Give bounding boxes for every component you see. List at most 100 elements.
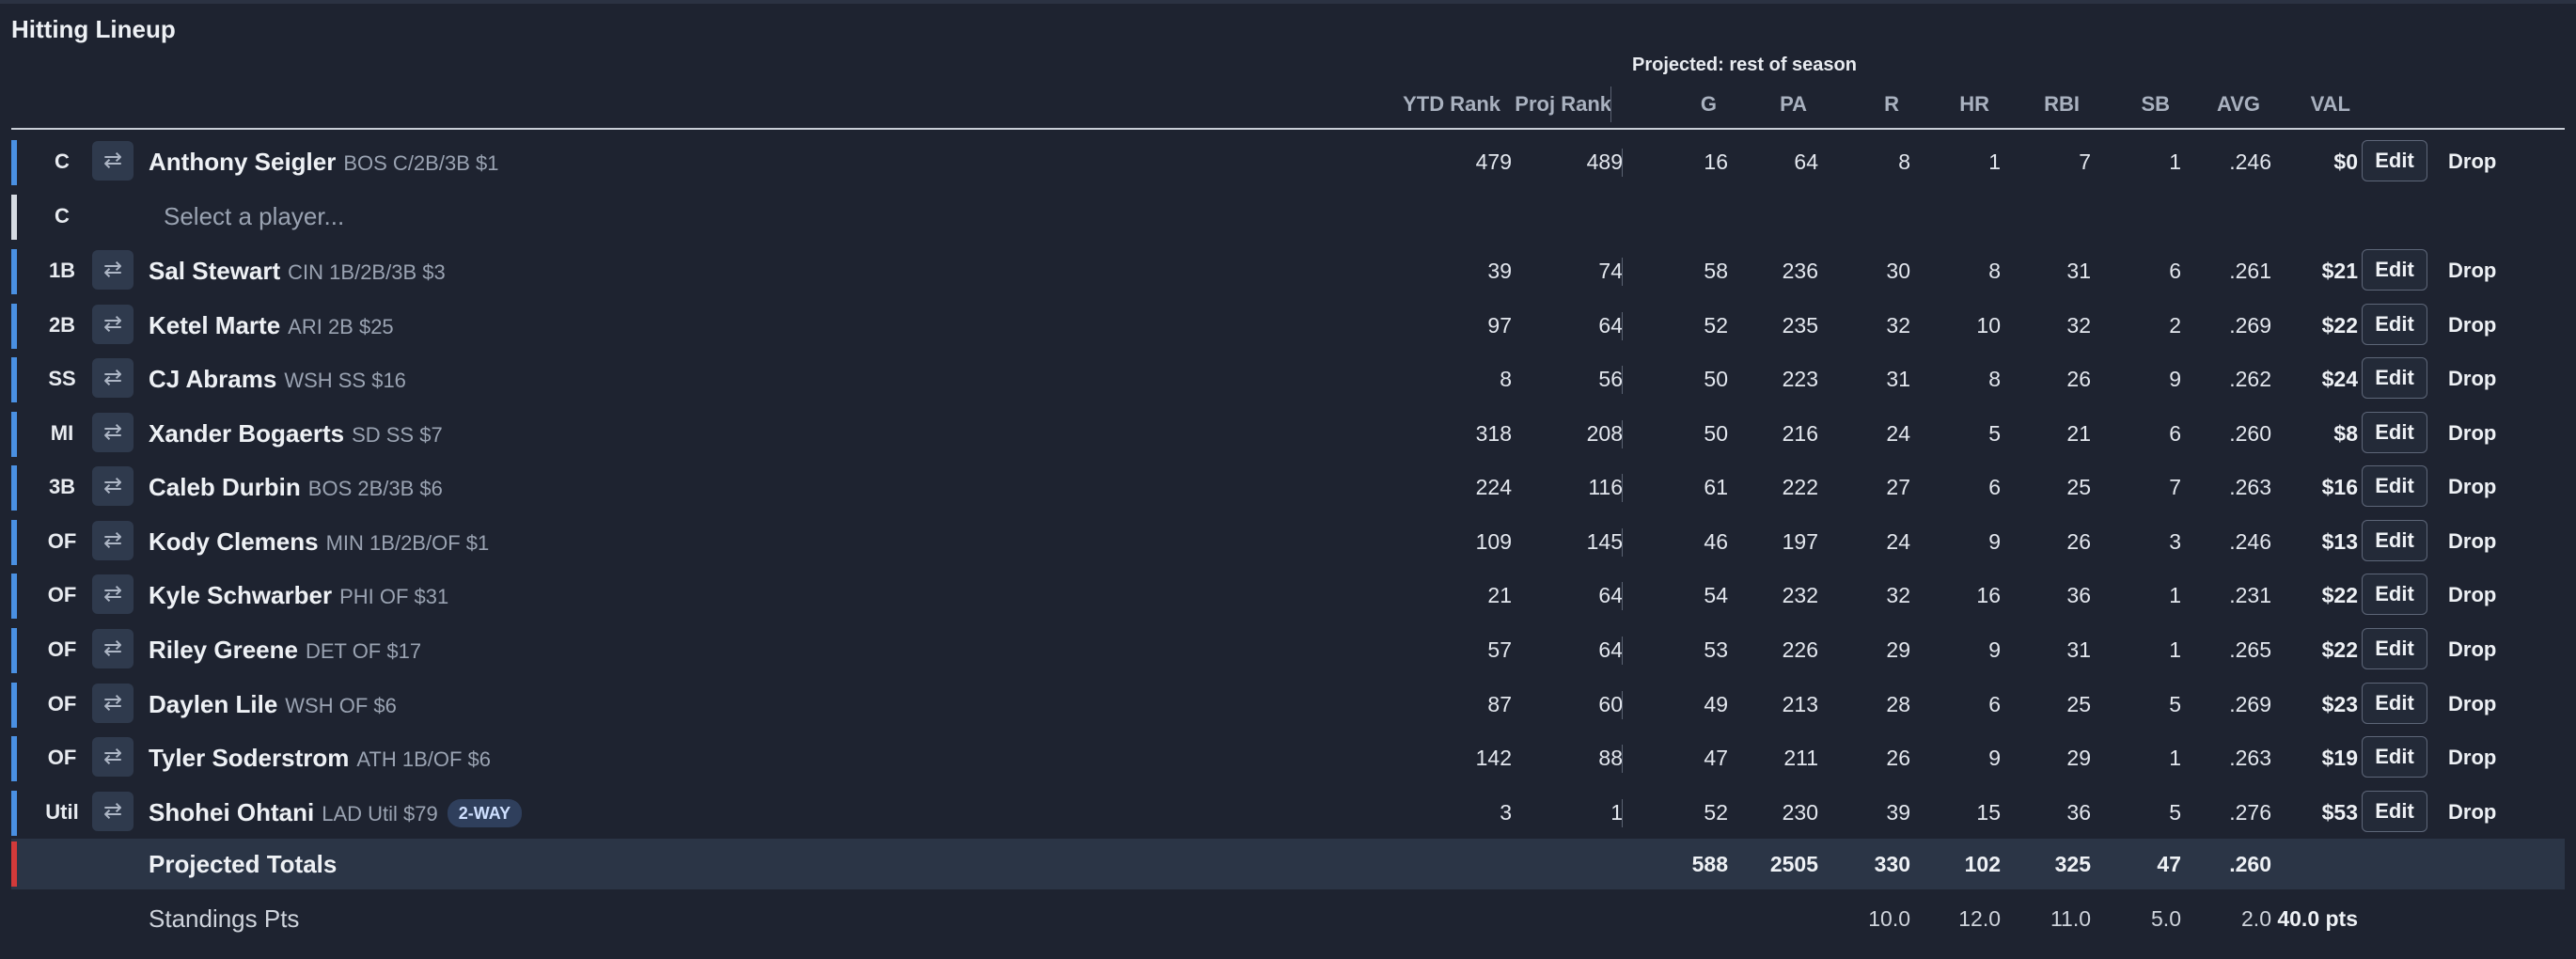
swap-icon[interactable]: ⇄	[92, 250, 134, 290]
header-proj-rank[interactable]: Proj Rank	[1504, 92, 1611, 117]
cell-pa: 222	[1782, 475, 1818, 499]
totals-row: Projected Totals 588 2505 330 102 325 47…	[11, 839, 2565, 889]
header-avg[interactable]: AVG	[2189, 92, 2260, 117]
player-name-cell[interactable]: Xander Bogaerts SD SS $7	[149, 409, 443, 458]
drop-button[interactable]: Drop	[2448, 625, 2496, 674]
edit-button[interactable]: Edit	[2362, 357, 2427, 399]
header-divider	[1610, 86, 1611, 122]
header-sb[interactable]: SB	[2098, 92, 2170, 117]
player-row: MI ⇄ Xander Bogaerts SD SS $7 318 208 50 216 24 5…	[11, 409, 2565, 458]
cell-val: $8	[2333, 421, 2358, 446]
standings-sb: 5.0	[2151, 906, 2181, 931]
player-name-cell[interactable]: CJ Abrams WSH SS $16	[149, 354, 406, 403]
swap-icon[interactable]: ⇄	[92, 792, 134, 831]
swap-icon[interactable]: ⇄	[92, 521, 134, 560]
edit-button[interactable]: Edit	[2362, 520, 2427, 561]
swap-icon[interactable]: ⇄	[92, 684, 134, 723]
position-label: Util	[45, 800, 79, 824]
header-g[interactable]: G	[1655, 92, 1717, 117]
header-underline	[11, 128, 2565, 130]
player-name-cell[interactable]: Ketel Marte ARI 2B $25	[149, 301, 394, 350]
cell-proj: 1	[1610, 800, 1623, 825]
player-name-cell[interactable]: Shohei Ohtani LAD Util $79 2-WAY	[149, 788, 523, 837]
player-meta: LAD Util $79	[322, 802, 438, 825]
player-name-cell[interactable]: Kody Clemens MIN 1B/2B/OF $1	[149, 517, 489, 566]
header-rbi[interactable]: RBI	[2008, 92, 2080, 117]
slot-bar	[11, 304, 17, 349]
header-r[interactable]: R	[1830, 92, 1899, 117]
edit-button[interactable]: Edit	[2362, 574, 2427, 615]
drop-button[interactable]: Drop	[2448, 354, 2496, 403]
header-hr[interactable]: HR	[1918, 92, 1989, 117]
edit-button[interactable]: Edit	[2362, 628, 2427, 669]
player-meta: WSH SS $16	[284, 369, 406, 392]
player-name[interactable]: Tyler Soderstrom	[149, 744, 349, 772]
player-name-cell[interactable]: Riley Greene DET OF $17	[149, 625, 421, 674]
drop-button[interactable]: Drop	[2448, 680, 2496, 729]
cell-hr: 9	[1988, 746, 2001, 770]
drop-button[interactable]: Drop	[2448, 463, 2496, 511]
edit-button[interactable]: Edit	[2362, 683, 2427, 724]
empty-slot-row[interactable]: C Select a player...	[11, 192, 2565, 241]
header-val[interactable]: VAL	[2275, 92, 2350, 117]
swap-icon[interactable]: ⇄	[92, 305, 134, 344]
cell-sb: 6	[2169, 421, 2181, 446]
edit-button[interactable]: Edit	[2362, 304, 2427, 345]
player-name-cell[interactable]: Anthony Seigler BOS C/2B/3B $1	[149, 137, 498, 186]
player-name[interactable]: Ketel Marte	[149, 311, 280, 339]
player-name-cell[interactable]: Tyler Soderstrom ATH 1B/OF $6	[149, 733, 491, 782]
standings-r: 10.0	[1868, 906, 1910, 931]
drop-button[interactable]: Drop	[2448, 137, 2496, 186]
player-name[interactable]: Kyle Schwarber	[149, 581, 332, 609]
standings-total: 40.0 pts	[2277, 906, 2358, 931]
drop-button[interactable]: Drop	[2448, 246, 2496, 295]
player-name[interactable]: Shohei Ohtani	[149, 798, 314, 826]
drop-button[interactable]: Drop	[2448, 788, 2496, 837]
player-name[interactable]: Kody Clemens	[149, 527, 319, 556]
drop-button[interactable]: Drop	[2448, 409, 2496, 458]
player-name[interactable]: Daylen Lile	[149, 690, 277, 718]
position-label: OF	[47, 692, 77, 715]
cell-hr: 9	[1988, 637, 2001, 662]
header-ytd-rank[interactable]: YTD Rank	[1363, 92, 1500, 117]
cell-g: 46	[1704, 529, 1728, 554]
swap-icon[interactable]: ⇄	[92, 466, 134, 506]
edit-button[interactable]: Edit	[2362, 791, 2427, 832]
player-name-cell[interactable]: Daylen Lile WSH OF $6	[149, 680, 397, 729]
drop-button[interactable]: Drop	[2448, 517, 2496, 566]
column-divider	[1622, 691, 1623, 719]
player-name-cell[interactable]: Kyle Schwarber PHI OF $31	[149, 571, 448, 620]
cell-r: 31	[1886, 367, 1910, 391]
cell-avg: .261	[2229, 259, 2271, 283]
swap-icon[interactable]: ⇄	[92, 141, 134, 181]
swap-icon[interactable]: ⇄	[92, 574, 134, 614]
player-name[interactable]: Caleb Durbin	[149, 473, 301, 501]
edit-button[interactable]: Edit	[2362, 736, 2427, 778]
swap-icon[interactable]: ⇄	[92, 737, 134, 777]
swap-icon[interactable]: ⇄	[92, 629, 134, 668]
player-name[interactable]: Riley Greene	[149, 636, 298, 664]
edit-button[interactable]: Edit	[2362, 140, 2427, 181]
player-name-cell[interactable]: Caleb Durbin BOS 2B/3B $6	[149, 463, 443, 511]
drop-button[interactable]: Drop	[2448, 733, 2496, 782]
cell-avg: .269	[2229, 692, 2271, 716]
drop-button[interactable]: Drop	[2448, 571, 2496, 620]
edit-button[interactable]: Edit	[2362, 465, 2427, 507]
player-name[interactable]: Xander Bogaerts	[149, 419, 344, 448]
column-divider	[1622, 528, 1623, 557]
player-name-cell[interactable]: Sal Stewart CIN 1B/2B/3B $3	[149, 246, 446, 295]
total-avg: .260	[2229, 852, 2271, 876]
swap-icon[interactable]: ⇄	[92, 413, 134, 452]
player-name[interactable]: CJ Abrams	[149, 365, 276, 393]
cell-hr: 8	[1988, 259, 2001, 283]
player-name[interactable]: Sal Stewart	[149, 257, 280, 285]
cell-hr: 6	[1988, 692, 2001, 716]
edit-button[interactable]: Edit	[2362, 249, 2427, 291]
swap-icon[interactable]: ⇄	[92, 358, 134, 398]
slot-bar	[11, 465, 17, 511]
drop-button[interactable]: Drop	[2448, 301, 2496, 350]
player-name[interactable]: Anthony Seigler	[149, 148, 336, 176]
header-pa[interactable]: PA	[1736, 92, 1807, 117]
edit-button[interactable]: Edit	[2362, 412, 2427, 453]
select-player-input[interactable]: Select a player...	[164, 192, 344, 241]
